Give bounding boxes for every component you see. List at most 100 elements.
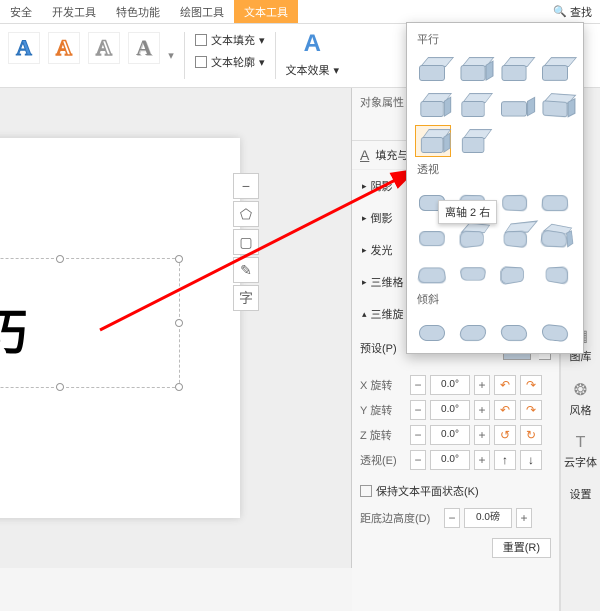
text-effect-icon: A [296,30,329,58]
slide-canvas[interactable]: 技巧 [0,138,240,518]
collapse-tool-button[interactable]: − [233,173,259,199]
z-rotate-left-button[interactable]: ↺ [494,425,516,445]
preset-oblique-4[interactable] [538,313,574,345]
preset-group-parallel: 平行 [413,29,577,51]
font-icon: T [576,434,586,452]
x-rotation-value[interactable]: 0.0° [430,375,470,395]
wordart-style-2[interactable]: A [48,32,80,64]
fill-icon [195,34,207,46]
preset-persp-7[interactable] [497,219,533,251]
persp-down-button[interactable]: ↓ [520,450,542,470]
keep-text-flat-checkbox[interactable]: 保持文本平面状态(K) [352,479,559,503]
z-rotate-right-button[interactable]: ↻ [520,425,542,445]
search-box[interactable]: 🔍 查找 [545,0,600,23]
reset-button[interactable]: 重置(R) [492,538,551,558]
rotation-preset-popup: 平行 透视 倾斜 [406,22,584,354]
z-rotation-label: Z 旋转 [360,427,406,443]
x-rotation-label: X 旋转 [360,377,406,393]
dist-inc-button[interactable]: + [516,508,532,528]
x-dec-button[interactable]: − [410,375,426,395]
resize-handle-n[interactable] [56,255,64,263]
tab-devtools[interactable]: 开发工具 [42,0,106,23]
persp-up-button[interactable]: ↑ [494,450,516,470]
expand-icon: ▸ [362,213,367,224]
preset-persp-11[interactable] [497,255,533,287]
style-button[interactable]: ❂风格 [563,372,599,426]
text-tool-button[interactable]: 字 [233,285,259,311]
keep-flat-label: 保持文本平面状态(K) [376,483,479,499]
resize-handle-e[interactable] [175,319,183,327]
persp-dec-button[interactable]: − [410,450,426,470]
text-outline-button[interactable]: 文本轮廓▾ [193,52,267,72]
tab-drawing[interactable]: 绘图工具 [170,0,234,23]
tab-features[interactable]: 特色功能 [106,0,170,23]
wordart-style-4[interactable]: A [128,32,160,64]
y-inc-button[interactable]: + [474,400,490,420]
preset-parallel-8[interactable] [538,89,574,121]
z-inc-button[interactable]: + [474,425,490,445]
selected-textbox[interactable]: 技巧 [0,258,180,388]
preset-parallel-2[interactable] [456,53,492,85]
preset-parallel-10[interactable] [456,125,492,157]
search-icon: 🔍 [553,5,567,18]
settings-button[interactable]: 设置 [563,478,599,510]
preset-persp-4[interactable] [538,183,574,215]
wordart-more-dropdown[interactable]: ▾ [164,28,178,83]
preset-parallel-1[interactable] [415,53,451,85]
y-dec-button[interactable]: − [410,400,426,420]
frame-tool-button[interactable]: ▢ [233,229,259,255]
x-inc-button[interactable]: + [474,375,490,395]
preset-label: 预设(P) [360,340,397,356]
wordart-style-1[interactable]: A [8,32,40,64]
preset-persp-12[interactable] [538,255,574,287]
collapse-icon: ▴ [362,309,367,320]
shape-tool-button[interactable]: ⬠ [233,201,259,227]
resize-handle-ne[interactable] [175,255,183,263]
z-rotation-value[interactable]: 0.0° [430,425,470,445]
y-rotation-value[interactable]: 0.0° [430,400,470,420]
preset-group-oblique: 倾斜 [413,289,577,311]
preset-persp-3[interactable] [497,183,533,215]
preset-tooltip: 离轴 2 右 [438,200,497,224]
preset-persp-9[interactable] [415,255,451,287]
preset-persp-10[interactable] [456,255,492,287]
perspective-value[interactable]: 0.0° [430,450,470,470]
z-dec-button[interactable]: − [410,425,426,445]
distance-value[interactable]: 0.0磅 [464,508,512,528]
preset-group-perspective: 透视 [413,159,577,181]
preset-persp-8[interactable] [538,219,574,251]
preset-parallel-7[interactable] [497,89,533,121]
text-effect-button[interactable]: 文本效果▾ [284,60,342,80]
resize-handle-s[interactable] [56,383,64,391]
tab-security[interactable]: 安全 [0,0,42,23]
x-rotate-left-button[interactable]: ↶ [494,375,516,395]
preset-parallel-4[interactable] [538,53,574,85]
preset-oblique-1[interactable] [415,313,451,345]
wordart-style-3[interactable]: A [88,32,120,64]
preset-oblique-3[interactable] [497,313,533,345]
x-rotate-right-button[interactable]: ↷ [520,375,542,395]
cloud-font-button[interactable]: T云字体 [563,426,599,478]
preset-parallel-3[interactable] [497,53,533,85]
search-label: 查找 [570,4,592,20]
preset-off-axis-2-right[interactable] [415,125,451,157]
tab-bar: 安全 开发工具 特色功能 绘图工具 文本工具 🔍 查找 [0,0,600,24]
text-fill-button[interactable]: 文本填充▾ [193,30,267,50]
textbox-content[interactable]: 技巧 [0,293,27,363]
preset-oblique-2[interactable] [456,313,492,345]
tab-text-tools[interactable]: 文本工具 [234,0,298,23]
slide-workspace: 技巧 − ⬠ ▢ ✎ 字 [0,88,352,568]
y-rotate-left-button[interactable]: ↶ [494,400,516,420]
perspective-label: 透视(E) [360,452,406,468]
dist-dec-button[interactable]: − [444,508,460,528]
outline-icon [195,56,207,68]
separator [275,32,276,79]
expand-icon: ▸ [362,277,367,288]
resize-handle-se[interactable] [175,383,183,391]
preset-parallel-6[interactable] [456,89,492,121]
preset-parallel-5[interactable] [415,89,451,121]
y-rotate-right-button[interactable]: ↷ [520,400,542,420]
pen-tool-button[interactable]: ✎ [233,257,259,283]
persp-inc-button[interactable]: + [474,450,490,470]
y-rotation-label: Y 旋转 [360,402,406,418]
